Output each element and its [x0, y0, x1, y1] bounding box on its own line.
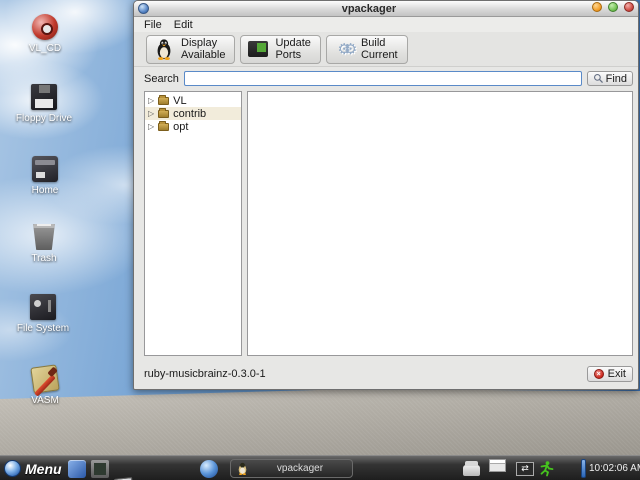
taskbar-clock[interactable]: 10:02:06 AM: [589, 463, 640, 474]
desktop-icon-label: Trash: [31, 253, 57, 264]
window-tray-icon[interactable]: [489, 459, 506, 472]
exit-label: Exit: [607, 368, 626, 380]
tree-item-contrib[interactable]: ▷ contrib: [145, 107, 241, 120]
window-title: vpackager: [341, 2, 397, 15]
task-button-label: vpackager: [276, 463, 324, 474]
update-ports-button[interactable]: Update Ports: [240, 34, 321, 64]
trash-can-icon: [33, 224, 55, 250]
menu-file[interactable]: File: [144, 19, 162, 31]
desktop-icon-vasm[interactable]: VASM: [12, 364, 78, 406]
exit-icon: ×: [593, 369, 604, 379]
desktop-icon-home[interactable]: Home: [12, 156, 78, 196]
window-menu-icon[interactable]: [138, 3, 149, 14]
tree-item-opt[interactable]: ▷ opt: [145, 120, 241, 133]
category-tree[interactable]: ▷ VL ▷ contrib ▷ opt: [144, 91, 242, 356]
folder-icon: [158, 107, 170, 118]
desktop-icon-floppy-drive[interactable]: Floppy Drive: [11, 84, 77, 124]
wallpaper-dune: [0, 389, 640, 455]
build-current-button[interactable]: ⚙⚙ Build Current: [325, 34, 408, 64]
vasm-tools-icon: [30, 364, 60, 394]
magnifier-icon: [593, 74, 603, 83]
search-label: Search: [144, 72, 179, 85]
exit-button[interactable]: × Exit: [586, 366, 633, 382]
folder-icon: [158, 94, 170, 105]
tree-item-vl[interactable]: ▷ VL: [145, 94, 241, 107]
statusbar: ruby-musicbrainz-0.3.0-1 × Exit: [134, 359, 638, 389]
network-monitor-icon[interactable]: ⇄: [516, 462, 534, 476]
search-input[interactable]: [183, 71, 582, 86]
web-browser-icon[interactable]: [200, 460, 218, 478]
search-row: Search Find: [134, 67, 638, 90]
task-button-vpackager[interactable]: vpackager: [230, 459, 353, 478]
desktop-icon-label: Floppy Drive: [15, 113, 73, 124]
expander-icon[interactable]: ▷: [148, 96, 154, 105]
desktop-icon-vl-cd[interactable]: VL_CD: [12, 14, 78, 54]
toolbar: Display Available Update Ports ⚙⚙ Build …: [134, 32, 638, 67]
find-label: Find: [605, 72, 627, 85]
home-drive-icon: [32, 156, 58, 182]
maximize-button[interactable]: [607, 2, 618, 12]
gears-icon: ⚙⚙: [337, 39, 357, 58]
button-label: Display Available: [181, 37, 226, 61]
hard-disk-icon: [30, 294, 56, 320]
button-label: Update Ports: [275, 37, 311, 61]
run-icon[interactable]: [538, 460, 554, 477]
status-text: ruby-musicbrainz-0.3.0-1: [144, 368, 266, 380]
menubar: File Edit: [134, 17, 638, 32]
vpackager-window: vpackager File Edit Display Available Up…: [133, 0, 639, 390]
display-settings-icon[interactable]: [91, 460, 109, 478]
desktop-icon-label: VL_CD: [28, 43, 62, 54]
menu-orb-icon: [4, 460, 21, 477]
desktop-icon-label: File System: [16, 323, 70, 334]
taskbar: Menu vpackager ⇄ 10:02:06 AM: [0, 455, 640, 480]
close-button[interactable]: [624, 2, 634, 12]
minimize-button[interactable]: [591, 2, 602, 12]
expander-icon[interactable]: ▷: [148, 109, 154, 118]
volume-slider[interactable]: [581, 459, 586, 478]
start-menu-button[interactable]: Menu: [4, 458, 62, 479]
desktop-icon-label: Home: [31, 185, 59, 196]
desktop-icon-label: VASM: [31, 395, 59, 406]
cd-disc-icon: [32, 14, 58, 40]
tux-penguin-icon: [153, 38, 175, 60]
menu-label: Menu: [25, 460, 62, 477]
desktop-icon-trash[interactable]: Trash: [11, 224, 77, 264]
floppy-disk-icon: [31, 84, 57, 110]
monitor-icon: [247, 38, 269, 60]
menu-edit[interactable]: Edit: [174, 19, 193, 31]
tux-penguin-icon: [238, 462, 247, 475]
window-content: ▷ VL ▷ contrib ▷ opt: [134, 90, 638, 359]
package-list-panel[interactable]: [247, 91, 633, 356]
display-available-button[interactable]: Display Available: [146, 34, 236, 64]
button-label: Build Current: [360, 37, 398, 61]
removable-device-icon[interactable]: [463, 461, 480, 476]
titlebar[interactable]: vpackager: [134, 1, 638, 17]
find-button[interactable]: Find: [586, 71, 633, 86]
expander-icon[interactable]: ▷: [148, 122, 154, 131]
desktop-icon-file-system[interactable]: File System: [10, 294, 76, 334]
package-icon[interactable]: [68, 460, 86, 478]
titlebar-buttons: [589, 2, 634, 15]
folder-icon: [158, 120, 170, 131]
